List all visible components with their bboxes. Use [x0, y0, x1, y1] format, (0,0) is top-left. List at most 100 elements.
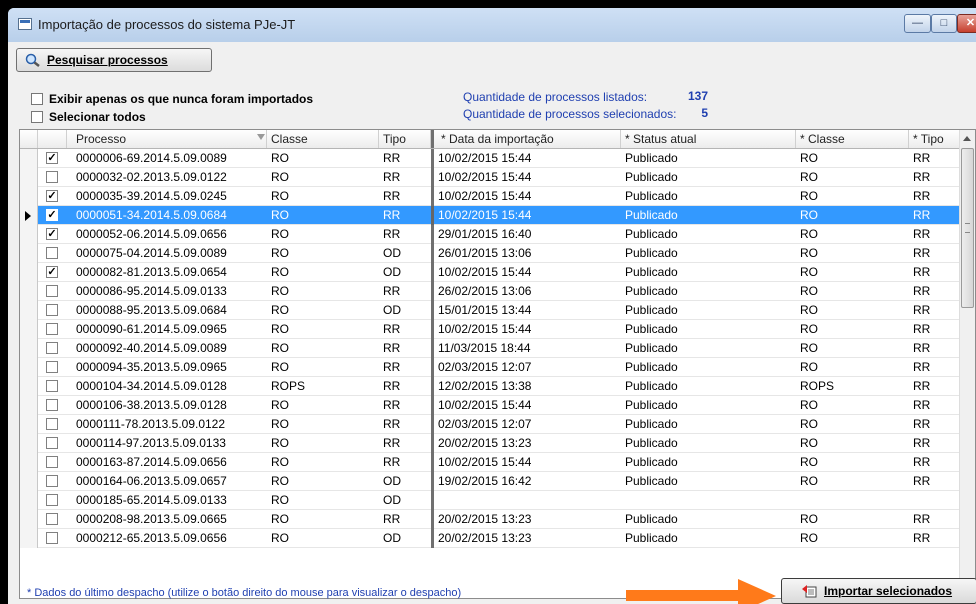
table-row[interactable]: 0000104-34.2014.5.09.0128 ROPS RR 12/02/201…	[20, 377, 960, 396]
row-header-cell[interactable]	[20, 301, 38, 320]
header-checkbox-column[interactable]	[38, 130, 67, 148]
row-header-cell[interactable]	[20, 263, 38, 282]
column-group-separator	[431, 510, 434, 529]
cell-processo: 0000106-38.2013.5.09.0128	[76, 398, 227, 412]
table-row[interactable]: 0000075-04.2014.5.09.0089 RO OD 26/01/2015 …	[20, 244, 960, 263]
row-checkbox[interactable]	[46, 437, 58, 449]
row-checkbox[interactable]	[46, 399, 58, 411]
row-header-cell[interactable]	[20, 491, 38, 510]
row-checkbox[interactable]	[46, 304, 58, 316]
row-checkbox[interactable]	[46, 418, 58, 430]
table-row[interactable]: 0000032-02.2013.5.09.0122 RO RR 10/02/2015 …	[20, 168, 960, 187]
table-row[interactable]: ✓ 0000006-69.2014.5.09.0089 RO RR 10/02/2015…	[20, 149, 960, 168]
sort-indicator-icon	[257, 134, 265, 140]
column-header-tipo[interactable]: Tipo	[379, 130, 431, 148]
row-header-cell[interactable]	[20, 434, 38, 453]
row-header-cell[interactable]	[20, 358, 38, 377]
cell-classe-despacho: RO	[800, 531, 818, 545]
table-row[interactable]: ✓ 0000082-81.2013.5.09.0654 RO OD 10/02/2015…	[20, 263, 960, 282]
cell-classe-despacho: RO	[800, 246, 818, 260]
maximize-button[interactable]: □	[931, 14, 957, 33]
row-checkbox[interactable]	[46, 342, 58, 354]
table-row[interactable]: 0000114-97.2013.5.09.0133 RO RR 20/02/2015 …	[20, 434, 960, 453]
table-row[interactable]: 0000163-87.2014.5.09.0656 RO RR 10/02/2015 …	[20, 453, 960, 472]
scroll-thumb[interactable]	[961, 148, 974, 308]
table-row[interactable]: 0000094-35.2013.5.09.0965 RO RR 02/03/2015 …	[20, 358, 960, 377]
table-row[interactable]: ✓ 0000035-39.2014.5.09.0245 RO RR 10/02/2015…	[20, 187, 960, 206]
cell-status-atual: Publicado	[625, 474, 678, 488]
column-header-processo[interactable]: Processo	[67, 130, 267, 148]
table-row[interactable]: 0000208-98.2013.5.09.0665 RO RR 20/02/2015 …	[20, 510, 960, 529]
column-header-classe[interactable]: Classe	[267, 130, 379, 148]
window-client-area: Pesquisar processos Exibir apenas os que…	[8, 42, 976, 604]
row-header-cell[interactable]	[20, 339, 38, 358]
select-all-checkbox[interactable]	[31, 111, 43, 123]
search-processes-button[interactable]: Pesquisar processos	[16, 48, 212, 72]
row-checkbox[interactable]: ✓	[46, 209, 58, 221]
row-checkbox[interactable]	[46, 532, 58, 544]
row-checkbox[interactable]	[46, 456, 58, 468]
cell-tipo: OD	[383, 474, 401, 488]
cell-processo: 0000082-81.2013.5.09.0654	[76, 265, 227, 279]
row-header-cell[interactable]	[20, 453, 38, 472]
row-checkbox[interactable]	[46, 323, 58, 335]
row-header-cell[interactable]	[20, 415, 38, 434]
close-button[interactable]: ✕	[957, 14, 976, 33]
table-row[interactable]: 0000086-95.2014.5.09.0133 RO RR 26/02/2015 …	[20, 282, 960, 301]
row-header-cell[interactable]	[20, 396, 38, 415]
import-selected-button[interactable]: Importar selecionados	[781, 578, 976, 604]
cell-status-atual: Publicado	[625, 265, 678, 279]
cell-tipo-despacho: RR	[913, 265, 931, 279]
row-checkbox[interactable]	[46, 380, 58, 392]
row-header-cell[interactable]	[20, 206, 38, 225]
row-header-cell[interactable]	[20, 187, 38, 206]
table-row[interactable]: 0000185-65.2014.5.09.0133 RO OD	[20, 491, 960, 510]
cell-processo: 0000032-02.2013.5.09.0122	[76, 170, 227, 184]
row-header-cell[interactable]	[20, 225, 38, 244]
row-checkbox[interactable]	[46, 513, 58, 525]
row-checkbox[interactable]	[46, 247, 58, 259]
grid-vertical-scrollbar[interactable]	[959, 130, 975, 598]
row-checkbox[interactable]	[46, 285, 58, 297]
row-header-cell[interactable]	[20, 244, 38, 263]
row-checkbox[interactable]: ✓	[46, 190, 58, 202]
column-header-status-atual[interactable]: * Status atual	[621, 130, 796, 148]
row-header-cell[interactable]	[20, 529, 38, 548]
cell-classe-despacho: RO	[800, 474, 818, 488]
cell-tipo: RR	[383, 512, 401, 526]
column-group-separator	[431, 225, 434, 244]
row-checkbox[interactable]	[46, 171, 58, 183]
cell-classe: RO	[271, 284, 289, 298]
title-bar[interactable]: Importação de processos do sistema PJe-J…	[8, 8, 976, 42]
table-row[interactable]: 0000164-06.2013.5.09.0657 RO OD 19/02/2015 …	[20, 472, 960, 491]
table-row[interactable]: 0000111-78.2013.5.09.0122 RO RR 02/03/2015 …	[20, 415, 960, 434]
table-row[interactable]: 0000090-61.2014.5.09.0965 RO RR 10/02/2015 …	[20, 320, 960, 339]
table-row[interactable]: 0000212-65.2013.5.09.0656 RO OD 20/02/2015 …	[20, 529, 960, 548]
scroll-up-arrow-icon[interactable]	[963, 136, 971, 141]
row-checkbox[interactable]	[46, 494, 58, 506]
row-header-cell[interactable]	[20, 320, 38, 339]
table-row[interactable]: ✓ 0000051-34.2014.5.09.0684 RO RR 10/02/2015…	[20, 206, 960, 225]
cell-tipo: RR	[383, 284, 401, 298]
row-header-cell[interactable]	[20, 282, 38, 301]
processes-grid[interactable]: Processo Classe Tipo * Data da importaçã…	[19, 129, 976, 599]
row-checkbox[interactable]: ✓	[46, 266, 58, 278]
row-checkbox[interactable]: ✓	[46, 152, 58, 164]
column-header-data-importacao[interactable]: * Data da importação	[431, 130, 621, 148]
only-never-imported-checkbox[interactable]	[31, 93, 43, 105]
table-row[interactable]: 0000088-95.2013.5.09.0684 RO OD 15/01/2015 …	[20, 301, 960, 320]
row-header-cell[interactable]	[20, 168, 38, 187]
table-row[interactable]: 0000092-40.2014.5.09.0089 RO RR 11/03/2015 …	[20, 339, 960, 358]
row-header-cell[interactable]	[20, 377, 38, 396]
minimize-button[interactable]: —	[904, 14, 931, 33]
row-header-cell[interactable]	[20, 510, 38, 529]
table-row[interactable]: 0000106-38.2013.5.09.0128 RO RR 10/02/2015 …	[20, 396, 960, 415]
column-header-classe-despacho[interactable]: * Classe	[796, 130, 909, 148]
table-row[interactable]: ✓ 0000052-06.2014.5.09.0656 RO RR 29/01/2015…	[20, 225, 960, 244]
row-checkbox[interactable]	[46, 475, 58, 487]
row-checkbox[interactable]: ✓	[46, 228, 58, 240]
row-header-cell[interactable]	[20, 149, 38, 168]
column-header-tipo-despacho[interactable]: * Tipo	[909, 130, 960, 148]
row-checkbox[interactable]	[46, 361, 58, 373]
row-header-cell[interactable]	[20, 472, 38, 491]
